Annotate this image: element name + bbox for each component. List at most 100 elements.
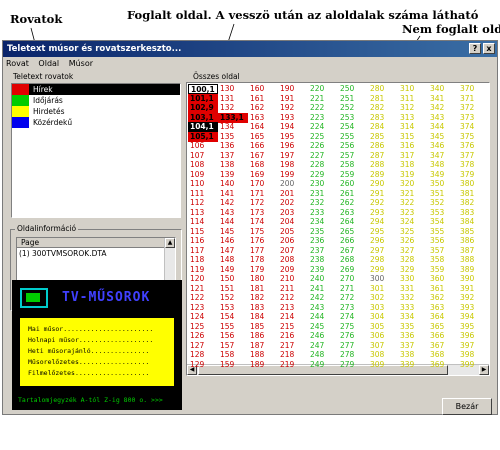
page-cell[interactable]: 263: [338, 208, 368, 218]
page-cell[interactable]: 301: [368, 284, 398, 294]
page-cell[interactable]: 161: [248, 94, 278, 104]
page-cell[interactable]: 116: [188, 236, 218, 246]
page-cell[interactable]: 270: [338, 274, 368, 284]
page-cell[interactable]: 272: [338, 293, 368, 303]
page-cell[interactable]: 103,1: [188, 112, 218, 123]
page-cell[interactable]: 115: [188, 227, 218, 237]
page-cell[interactable]: 137: [218, 151, 248, 161]
page-cell[interactable]: 175: [248, 227, 278, 237]
page-cell[interactable]: 289: [368, 170, 398, 180]
page-cell[interactable]: 232: [308, 198, 338, 208]
page-cell[interactable]: 138: [218, 160, 248, 170]
page-cell[interactable]: 167: [248, 151, 278, 161]
page-cell[interactable]: 180: [248, 274, 278, 284]
page-cell[interactable]: 273: [338, 303, 368, 313]
page-cell[interactable]: 382: [458, 198, 488, 208]
page-cell[interactable]: 136: [218, 141, 248, 151]
page-cell[interactable]: 316: [398, 141, 428, 151]
page-cell[interactable]: 266: [338, 236, 368, 246]
page-cell[interactable]: 181: [248, 284, 278, 294]
page-cell[interactable]: 151: [218, 284, 248, 294]
page-cell[interactable]: 246: [308, 331, 338, 341]
page-cell[interactable]: 190: [278, 84, 308, 94]
page-cell[interactable]: 281: [368, 94, 398, 104]
page-cell[interactable]: 359: [428, 265, 458, 275]
page-cell[interactable]: 351: [428, 189, 458, 199]
page-cell[interactable]: 374: [458, 122, 488, 132]
page-cell[interactable]: 353: [428, 208, 458, 218]
page-cell[interactable]: 311: [398, 94, 428, 104]
page-cell[interactable]: 233: [308, 208, 338, 218]
page-cell[interactable]: 318: [398, 160, 428, 170]
menu-musor[interactable]: Músor: [69, 59, 93, 68]
page-cell[interactable]: 330: [398, 274, 428, 284]
page-cell[interactable]: 146: [218, 236, 248, 246]
page-cell[interactable]: 334: [398, 312, 428, 322]
page-cell[interactable]: 268: [338, 255, 368, 265]
page-cell[interactable]: 139: [218, 170, 248, 180]
page-cell[interactable]: 326: [398, 236, 428, 246]
page-cell[interactable]: 230: [308, 179, 338, 189]
page-cell[interactable]: 124: [188, 312, 218, 322]
page-cell[interactable]: 160: [248, 84, 278, 94]
page-cell[interactable]: 121: [188, 284, 218, 294]
page-cell[interactable]: 191: [278, 94, 308, 104]
page-cell[interactable]: 319: [398, 170, 428, 180]
page-cell[interactable]: 105,1: [188, 131, 218, 142]
page-cell[interactable]: 154: [218, 312, 248, 322]
page-cell[interactable]: 346: [428, 141, 458, 151]
page-cell[interactable]: 207: [278, 246, 308, 256]
page-cell[interactable]: 323: [398, 208, 428, 218]
page-cell[interactable]: 223: [308, 113, 338, 123]
page-cell[interactable]: 305: [368, 322, 398, 332]
page-cell[interactable]: 101,1: [188, 93, 218, 104]
page-cell[interactable]: 188: [248, 350, 278, 360]
page-cell[interactable]: 322: [398, 198, 428, 208]
page-cell[interactable]: 214: [278, 312, 308, 322]
page-cell[interactable]: 179: [248, 265, 278, 275]
page-cell[interactable]: 194: [278, 122, 308, 132]
page-cell[interactable]: 360: [428, 274, 458, 284]
page-cell[interactable]: 294: [368, 217, 398, 227]
page-cell[interactable]: 302: [368, 293, 398, 303]
page-cell[interactable]: 395: [458, 322, 488, 332]
page-cell[interactable]: 372: [458, 103, 488, 113]
page-cell[interactable]: 199: [278, 170, 308, 180]
page-cell[interactable]: 393: [458, 303, 488, 313]
page-cell[interactable]: 226: [308, 141, 338, 151]
page-cell[interactable]: 218: [278, 350, 308, 360]
page-cell[interactable]: 304: [368, 312, 398, 322]
page-cell[interactable]: 100,1: [188, 84, 218, 94]
page-cell[interactable]: 307: [368, 341, 398, 351]
page-cell[interactable]: 155: [218, 322, 248, 332]
page-cell[interactable]: 211: [278, 284, 308, 294]
page-cell[interactable]: 248: [308, 350, 338, 360]
page-cell[interactable]: 352: [428, 198, 458, 208]
page-cell[interactable]: 178: [248, 255, 278, 265]
page-cell[interactable]: 170: [248, 179, 278, 189]
page-cell[interactable]: 339: [398, 360, 428, 370]
page-cell[interactable]: 235: [308, 227, 338, 237]
page-cell[interactable]: 130: [218, 84, 248, 94]
page-cell[interactable]: 366: [428, 331, 458, 341]
page-cell[interactable]: 132: [218, 103, 248, 113]
page-cell[interactable]: 379: [458, 170, 488, 180]
scroll-up-button[interactable]: ▲: [165, 238, 175, 248]
page-cell[interactable]: 150: [218, 274, 248, 284]
category-item[interactable]: Közérdekű: [12, 117, 180, 128]
page-cell[interactable]: 237: [308, 246, 338, 256]
page-cell[interactable]: 260: [338, 179, 368, 189]
page-cell[interactable]: 102,9: [188, 103, 218, 113]
page-cell[interactable]: 147: [218, 246, 248, 256]
page-cell[interactable]: 174: [248, 217, 278, 227]
page-cell[interactable]: 394: [458, 312, 488, 322]
page-cell[interactable]: 343: [428, 113, 458, 123]
page-cell[interactable]: 389: [458, 265, 488, 275]
page-cell[interactable]: 252: [338, 103, 368, 113]
page-cell[interactable]: 111: [188, 189, 218, 199]
page-cell[interactable]: 122: [188, 293, 218, 303]
page-cell[interactable]: 236: [308, 236, 338, 246]
page-cell[interactable]: 227: [308, 151, 338, 161]
page-cell[interactable]: 383: [458, 208, 488, 218]
page-cell[interactable]: 396: [458, 331, 488, 341]
